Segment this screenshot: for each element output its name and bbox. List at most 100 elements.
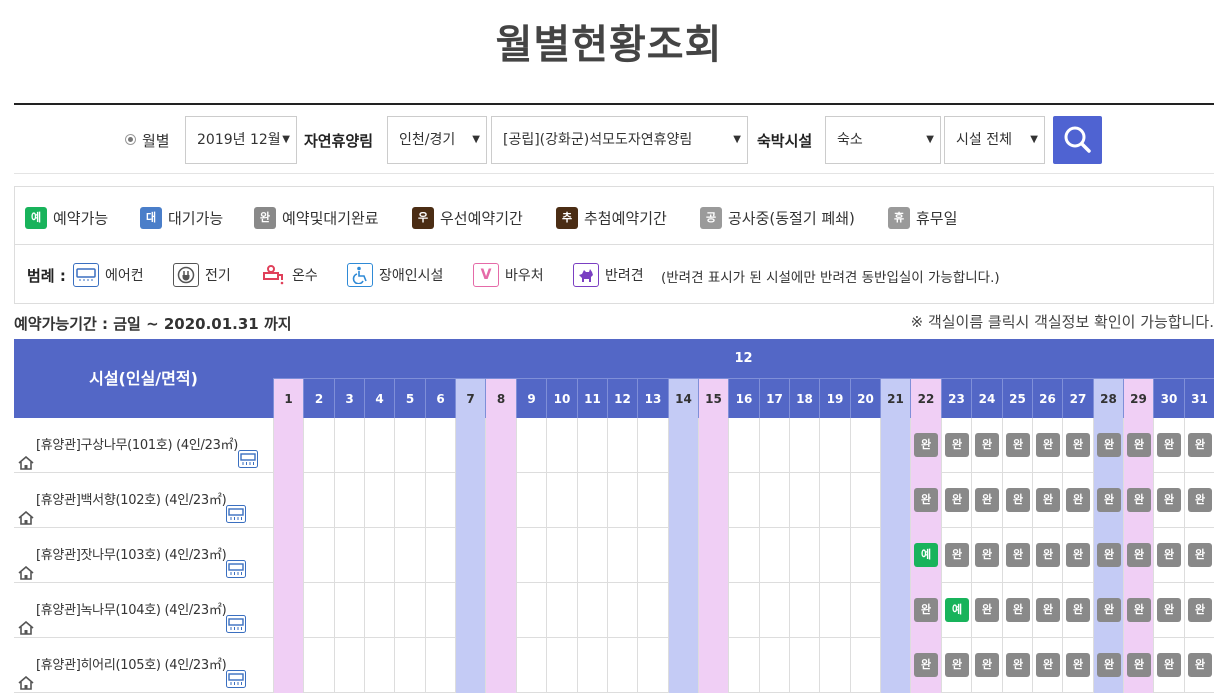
complete-badge: 완 (1097, 653, 1121, 677)
day-cell (759, 638, 789, 693)
day-cell: 완 (1184, 583, 1214, 638)
room-day-cells: 완완완완완완완완완완 (273, 638, 1214, 693)
room-name-link[interactable]: [휴양관]히어리(105호) (4인/23㎡) (14, 638, 273, 693)
room-name-link[interactable]: [휴양관]잣나무(103호) (4인/23㎡) (14, 528, 273, 583)
available-badge[interactable]: 예 (945, 598, 969, 622)
complete-badge: 완 (1127, 488, 1151, 512)
day-header-cell: 2 (303, 378, 334, 418)
day-cell (637, 473, 668, 528)
complete-badge: 완 (1157, 433, 1181, 457)
facility-select[interactable]: 시설 전체 ▼ (944, 116, 1045, 164)
day-cell (850, 528, 880, 583)
electric-plug-icon (173, 263, 199, 287)
legend-lottery: 추 추첨예약기간 (556, 207, 667, 229)
day-cell (364, 418, 394, 473)
day-cell: 완 (971, 473, 1002, 528)
day-cell (516, 583, 546, 638)
air-conditioner-icon (226, 602, 247, 633)
room-name-link[interactable]: [휴양관]구상나무(101호) (4인/23㎡) (14, 418, 273, 473)
complete-badge: 완 (1006, 653, 1030, 677)
complete-badge: 완 (945, 653, 969, 677)
day-cell (334, 638, 364, 693)
day-cell: 완 (1002, 583, 1032, 638)
day-cell: 완 (1093, 418, 1123, 473)
day-header-cell: 13 (637, 378, 668, 418)
day-header-cell: 31 (1184, 378, 1214, 418)
complete-badge: 완 (1006, 433, 1030, 457)
complete-badge: 완 (1188, 543, 1212, 567)
legend-label: 추첨예약기간 (584, 209, 667, 228)
complete-badge: 완 (975, 653, 999, 677)
day-header-cell: 5 (394, 378, 425, 418)
day-header-cell: 20 (850, 378, 880, 418)
status-lottery-badge: 추 (556, 207, 578, 229)
month-select[interactable]: 2019년 12월 ▼ (185, 116, 297, 164)
complete-badge: 완 (975, 598, 999, 622)
day-cell (880, 418, 910, 473)
day-cell: 완 (1153, 473, 1184, 528)
day-cell (516, 528, 546, 583)
room-row: [휴양관]녹나무(104호) (4인/23㎡) 완 예 완 완 완 완 완 완 완 완 (14, 583, 1214, 638)
day-cell: 완 (910, 473, 941, 528)
day-header-cell: 18 (789, 378, 819, 418)
legend-waitlist: 대 대기가능 (140, 207, 223, 229)
forest-select[interactable]: [공립](강화군)석모도자연휴양림 ▼ (491, 116, 748, 164)
room-day-cells: 완예완완완완완완완완 (273, 583, 1214, 638)
complete-badge: 완 (945, 433, 969, 457)
day-cell (485, 418, 516, 473)
lodging-type-select[interactable]: 숙소 ▼ (825, 116, 941, 164)
day-cell (577, 583, 607, 638)
day-header-row: 1 2 3 4 5 6 7 8 9 10 11 12 13 14 15 16 17 18 19 20 21 22 23 24 2… (273, 378, 1214, 418)
day-cell: 완 (1032, 418, 1062, 473)
status-available-badge: 예 (25, 207, 47, 229)
complete-badge: 완 (914, 488, 938, 512)
complete-badge: 완 (1036, 488, 1060, 512)
complete-badge: 완 (975, 543, 999, 567)
room-name-label: [휴양관]백서향(102호) (4인/23㎡) (36, 493, 227, 508)
complete-badge: 완 (1036, 653, 1060, 677)
air-conditioner-icon (226, 657, 247, 688)
search-filter-bar: 월별 2019년 12월 ▼ 자연휴양림 인천/경기 ▼ [공립](강화군)석모… (14, 106, 1214, 174)
day-cell: 완 (1153, 528, 1184, 583)
day-cell (516, 638, 546, 693)
day-cell (607, 583, 637, 638)
room-name-link[interactable]: [휴양관]백서향(102호) (4인/23㎡) (14, 473, 273, 528)
day-cell (455, 638, 485, 693)
day-cell (850, 638, 880, 693)
day-header-cell: 24 (971, 378, 1002, 418)
complete-badge: 완 (1097, 598, 1121, 622)
room-name-link[interactable]: [휴양관]녹나무(104호) (4인/23㎡) (14, 583, 273, 638)
day-cell: 완 (1123, 528, 1153, 583)
complete-badge: 완 (1097, 543, 1121, 567)
house-icon (18, 439, 34, 470)
monthly-radio[interactable] (125, 134, 136, 145)
day-cell (394, 528, 425, 583)
day-cell (607, 418, 637, 473)
day-cell (880, 638, 910, 693)
legend-label: 바우처 (505, 268, 544, 284)
day-cell: 완 (971, 638, 1002, 693)
available-badge[interactable]: 예 (914, 543, 938, 567)
lodging-type-select-value: 숙소 (837, 132, 863, 148)
voucher-icon: V (473, 263, 499, 287)
house-icon (18, 604, 34, 635)
day-cell: 예 (941, 583, 971, 638)
air-conditioner-icon (73, 263, 99, 287)
day-cell (789, 583, 819, 638)
legend-closed: 휴 휴무일 (888, 207, 957, 229)
day-cell: 완 (1153, 418, 1184, 473)
day-cell: 완 (1062, 528, 1093, 583)
complete-badge: 완 (1066, 543, 1090, 567)
search-button[interactable] (1053, 116, 1102, 164)
day-cell (455, 473, 485, 528)
room-name-label: [휴양관]히어리(105호) (4인/23㎡) (36, 658, 227, 673)
day-cell (577, 638, 607, 693)
room-info-note: ※ 객실이름 클릭시 객실정보 확인이 가능합니다. (910, 313, 1214, 331)
day-cell (364, 583, 394, 638)
day-cell: 완 (1123, 418, 1153, 473)
day-cell (668, 418, 698, 473)
day-cell (728, 638, 759, 693)
region-select[interactable]: 인천/경기 ▼ (387, 116, 487, 164)
complete-badge: 완 (1157, 653, 1181, 677)
day-cell (577, 473, 607, 528)
